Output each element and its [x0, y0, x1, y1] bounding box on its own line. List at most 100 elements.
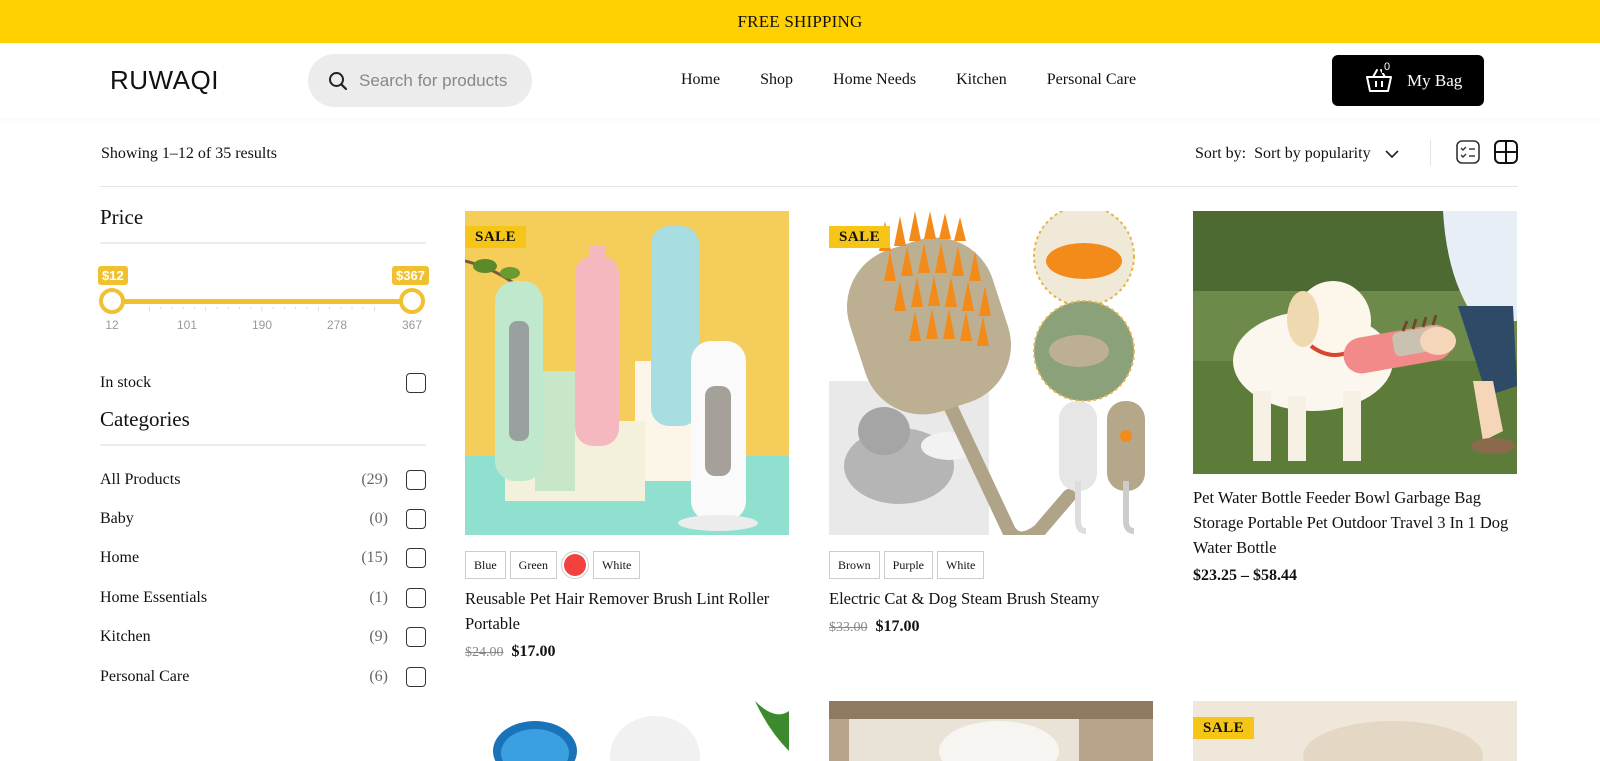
original-price: $24.00: [465, 645, 504, 660]
category-count: (29): [361, 470, 388, 488]
category-count: (6): [369, 667, 388, 685]
sale-badge: SALE: [829, 226, 891, 248]
category-count: (0): [369, 510, 388, 528]
in-stock-label: In stock: [100, 374, 152, 391]
sale-price: $17.00: [875, 618, 920, 635]
grid-view-icon[interactable]: [1494, 140, 1518, 164]
my-bag-button[interactable]: 0 My Bag: [1332, 55, 1484, 106]
color-swatches: Brown Purple White: [829, 551, 1153, 579]
category-item[interactable]: Kitchen (9): [100, 618, 426, 657]
in-stock-checkbox[interactable]: [406, 373, 426, 393]
site-logo[interactable]: RUWAQI: [110, 65, 219, 96]
product-image[interactable]: SALE: [465, 211, 789, 535]
main-nav: Home Shop Home Needs Kitchen Personal Ca…: [681, 71, 1176, 89]
product-card[interactable]: SALE Blue Green White Reusable Pet Hair …: [465, 211, 789, 661]
categories-title: Categories: [100, 407, 426, 446]
category-count: (1): [369, 588, 388, 606]
lint-roller-illustration: [465, 211, 789, 535]
category-count: (9): [369, 628, 388, 646]
sort-label: Sort by:: [1195, 145, 1247, 162]
product-image: [829, 701, 1153, 761]
bag-count: 0: [1382, 61, 1393, 73]
product-image: [465, 701, 789, 761]
swatch-option[interactable]: Purple: [883, 551, 934, 579]
product-image[interactable]: [1193, 211, 1517, 474]
product-image[interactable]: SALE: [829, 211, 1153, 535]
price-tick-label: 367: [401, 318, 423, 332]
in-stock-filter[interactable]: In stock: [100, 373, 426, 393]
site-header: RUWAQI Home Shop Home Needs Kitchen Pers…: [0, 43, 1600, 118]
category-name: Personal Care: [100, 667, 190, 685]
sale-price: $17.00: [511, 643, 556, 660]
category-name: Home Essentials: [100, 588, 208, 606]
price-tick-label: 190: [251, 318, 273, 332]
price-filter-title: Price: [100, 205, 426, 244]
sort-value: Sort by popularity: [1254, 145, 1371, 162]
nav-home[interactable]: Home: [681, 71, 720, 89]
sort-select[interactable]: Sort by: Sort by popularity: [1195, 145, 1399, 163]
sale-badge: SALE: [1193, 717, 1255, 739]
steam-brush-illustration: [829, 211, 1153, 535]
shop-toolbar: Showing 1–12 of 35 results Sort by: Sort…: [100, 118, 1518, 187]
nav-home-needs[interactable]: Home Needs: [833, 71, 916, 89]
price-tick-label: 12: [105, 318, 119, 332]
category-name: Baby: [100, 510, 134, 528]
category-checkbox[interactable]: [406, 548, 426, 569]
toolbar-divider: [1430, 140, 1431, 166]
swatch-option[interactable]: Brown: [829, 551, 880, 579]
price-tick-label: 101: [176, 318, 198, 332]
category-checkbox[interactable]: [406, 666, 426, 687]
swatch-color-red[interactable]: [561, 551, 589, 579]
product-title[interactable]: Pet Water Bottle Feeder Bowl Garbage Bag…: [1193, 485, 1517, 560]
list-view-icon[interactable]: [1456, 140, 1480, 164]
category-checkbox[interactable]: [406, 509, 426, 530]
search-box[interactable]: [308, 54, 532, 107]
category-name: Home: [100, 549, 140, 567]
original-price: $33.00: [829, 620, 868, 635]
category-item[interactable]: Personal Care (6): [100, 657, 426, 696]
sale-badge: SALE: [465, 226, 527, 248]
search-icon: [329, 71, 348, 90]
announcement-text: FREE SHIPPING: [737, 11, 863, 31]
category-item[interactable]: Home Essentials (1): [100, 578, 426, 617]
price-slider-ticks: [149, 306, 375, 312]
category-count: (15): [361, 549, 388, 567]
category-name: Kitchen: [100, 628, 151, 646]
category-checkbox[interactable]: [406, 627, 426, 648]
product-card-partial[interactable]: [465, 701, 789, 761]
category-item[interactable]: All Products (29): [100, 460, 426, 499]
product-card-partial[interactable]: [829, 701, 1153, 761]
color-swatches: Blue Green White: [465, 551, 789, 579]
product-title[interactable]: Reusable Pet Hair Remover Brush Lint Rol…: [465, 586, 789, 636]
category-list: All Products (29) Baby (0) Home (15) Home E…: [100, 460, 426, 696]
product-card[interactable]: Pet Water Bottle Feeder Bowl Garbage Bag…: [1193, 211, 1517, 585]
swatch-option[interactable]: White: [593, 551, 641, 579]
result-count: Showing 1–12 of 35 results: [101, 145, 277, 162]
nav-kitchen[interactable]: Kitchen: [956, 71, 1007, 89]
product-price: $24.00 $17.00: [465, 643, 789, 661]
chevron-down-icon: [1384, 150, 1399, 159]
product-price: $23.25 – $58.44: [1193, 567, 1517, 585]
category-item[interactable]: Home (15): [100, 539, 426, 578]
dog-water-bottle-illustration: [1193, 211, 1517, 474]
price-range-slider[interactable]: $12 $367 12 101 190 278 367: [98, 266, 429, 376]
price-max-badge: $367: [392, 266, 429, 285]
price-slider-track: [112, 299, 412, 304]
price-tick-label: 278: [326, 318, 348, 332]
category-checkbox[interactable]: [406, 469, 426, 490]
product-card[interactable]: SALE Brown Purple White Electric Cat & D…: [829, 211, 1153, 636]
search-input[interactable]: [359, 70, 519, 91]
category-name: All Products: [100, 470, 181, 488]
swatch-option[interactable]: White: [937, 551, 985, 579]
price-range: $23.25 – $58.44: [1193, 567, 1297, 584]
swatch-option[interactable]: Blue: [465, 551, 506, 579]
nav-shop[interactable]: Shop: [760, 71, 793, 89]
category-checkbox[interactable]: [406, 587, 426, 608]
announcement-bar: FREE SHIPPING: [0, 0, 1600, 43]
product-price: $33.00 $17.00: [829, 618, 1153, 636]
category-item[interactable]: Baby (0): [100, 499, 426, 538]
product-card-partial[interactable]: SALE: [1193, 701, 1517, 761]
product-title[interactable]: Electric Cat & Dog Steam Brush Steamy: [829, 586, 1153, 611]
nav-personal-care[interactable]: Personal Care: [1047, 71, 1136, 89]
swatch-option[interactable]: Green: [509, 551, 557, 579]
